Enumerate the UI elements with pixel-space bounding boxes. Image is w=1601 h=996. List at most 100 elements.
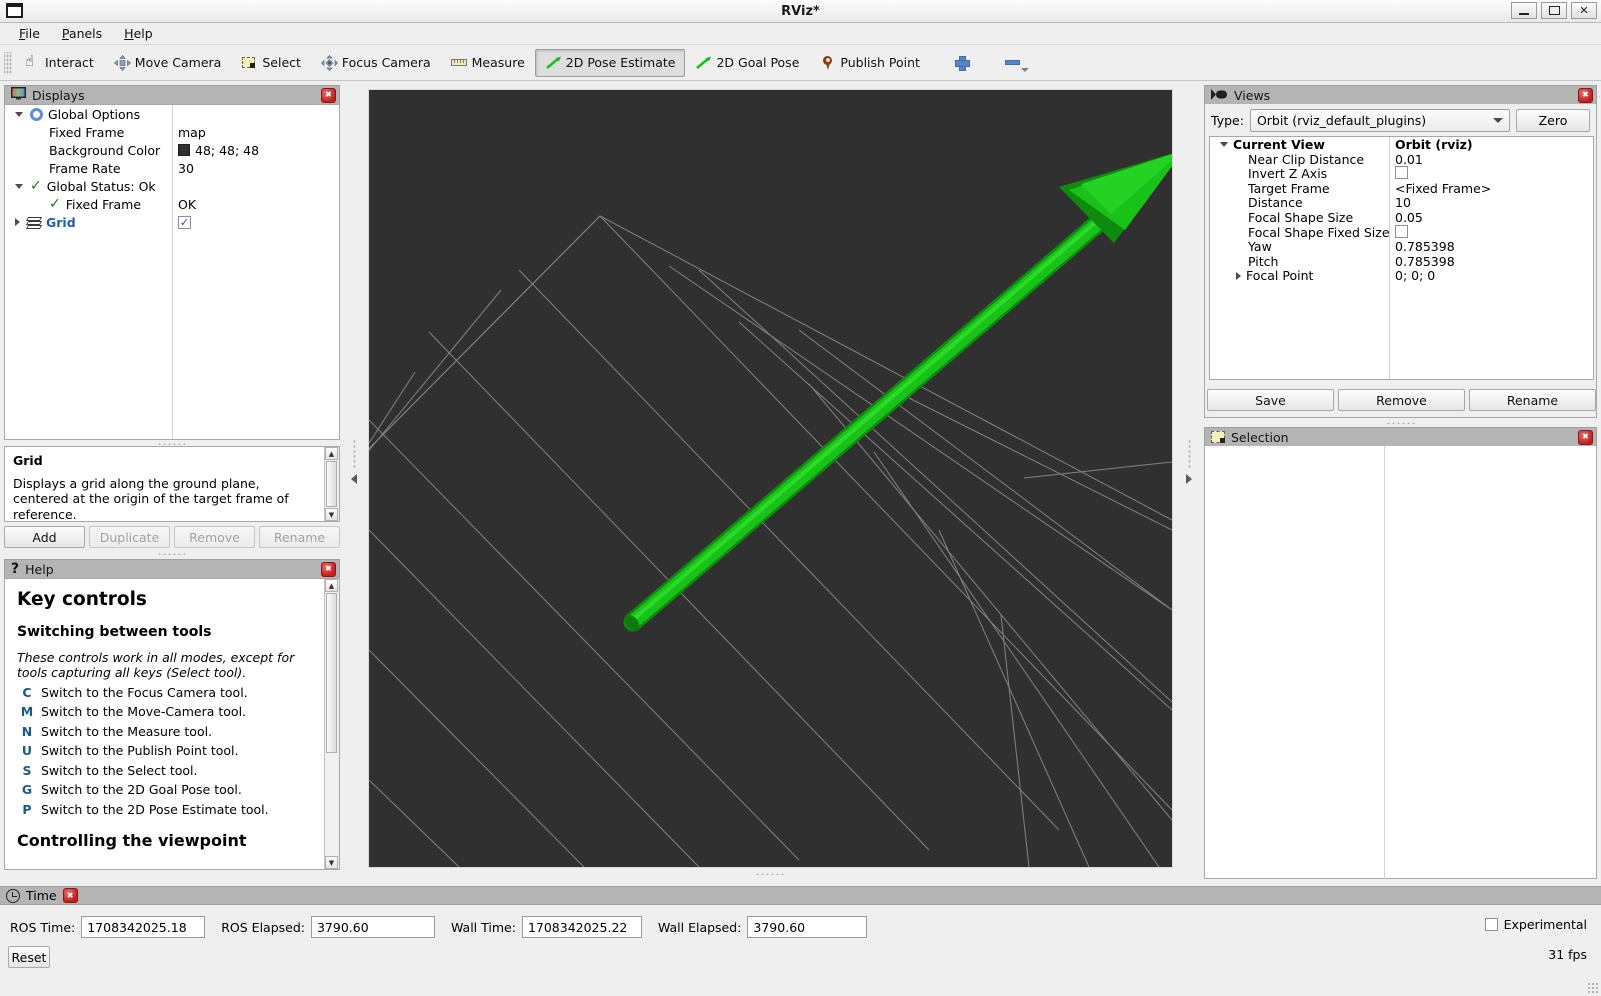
collapse-right-panel-handle[interactable] bbox=[1184, 89, 1194, 868]
table-row[interactable]: Grid bbox=[5, 213, 339, 231]
focal-shape-fixed-size-checkbox[interactable] bbox=[1395, 225, 1408, 238]
splitter-handle[interactable] bbox=[500, 870, 1040, 877]
minimize-button[interactable] bbox=[1511, 2, 1537, 19]
table-row[interactable]: Fixed Frame map bbox=[5, 123, 339, 141]
table-row[interactable]: Target Frame <Fixed Frame> bbox=[1210, 181, 1593, 196]
expander-icon[interactable] bbox=[15, 218, 20, 226]
scroll-up-icon[interactable]: ▲ bbox=[325, 579, 338, 592]
tool-2d-goal-pose[interactable]: 2D Goal Pose bbox=[685, 49, 809, 77]
description-scrollbar[interactable]: ▲ ▼ bbox=[324, 447, 339, 521]
expander-icon[interactable] bbox=[1236, 272, 1241, 280]
experimental-checkbox[interactable] bbox=[1485, 918, 1498, 931]
wall-elapsed-field[interactable]: 3790.60 bbox=[747, 916, 867, 938]
close-button[interactable]: ✕ bbox=[1571, 2, 1597, 19]
table-row[interactable]: Focal Shape Size 0.05 bbox=[1210, 210, 1593, 225]
table-row[interactable]: ✓ Global Status: Ok bbox=[5, 177, 339, 195]
menu-help[interactable]: Help bbox=[115, 24, 162, 43]
row-label: Current View bbox=[1233, 137, 1325, 152]
toolbar-grip[interactable] bbox=[4, 52, 12, 74]
row-value[interactable]: 48; 48; 48 bbox=[195, 143, 259, 158]
table-row[interactable]: Invert Z Axis bbox=[1210, 166, 1593, 181]
scroll-thumb[interactable] bbox=[326, 593, 337, 753]
3d-render-view[interactable] bbox=[368, 89, 1173, 868]
reset-button[interactable]: Reset bbox=[8, 946, 50, 968]
help-scrollbar[interactable]: ▲ ▼ bbox=[324, 579, 339, 869]
displays-panel-title: Displays bbox=[4, 85, 340, 104]
resize-grip[interactable] bbox=[1587, 982, 1599, 994]
scroll-up-icon[interactable]: ▲ bbox=[325, 447, 338, 460]
grid-scene bbox=[369, 90, 1172, 867]
row-value[interactable]: 30 bbox=[178, 161, 194, 176]
tool-measure[interactable]: Measure bbox=[441, 49, 535, 77]
display-actions: Add Duplicate Remove Rename bbox=[4, 526, 340, 548]
row-value[interactable]: 0.785398 bbox=[1395, 239, 1455, 254]
collapse-left-panel-handle[interactable] bbox=[349, 89, 359, 868]
row-value[interactable]: 0.05 bbox=[1395, 210, 1423, 225]
row-value[interactable]: 0; 0; 0 bbox=[1395, 268, 1435, 283]
chevron-down-icon[interactable] bbox=[1021, 68, 1029, 72]
tool-focus-camera[interactable]: Focus Camera bbox=[311, 49, 441, 77]
row-value[interactable]: <Fixed Frame> bbox=[1395, 181, 1491, 196]
table-row[interactable]: ✓ Fixed Frame OK bbox=[5, 195, 339, 213]
tool-publish-point[interactable]: Publish Point bbox=[809, 49, 930, 77]
scroll-down-icon[interactable]: ▼ bbox=[325, 508, 338, 521]
add-button[interactable]: Add bbox=[4, 526, 85, 548]
scroll-down-icon[interactable]: ▼ bbox=[325, 856, 338, 869]
displays-tree[interactable]: Global Options Fixed Frame map Backgroun… bbox=[4, 104, 340, 440]
grid-visibility-checkbox[interactable] bbox=[178, 216, 191, 229]
color-swatch[interactable] bbox=[178, 144, 190, 156]
row-value[interactable]: map bbox=[178, 125, 206, 140]
table-row[interactable]: Frame Rate 30 bbox=[5, 159, 339, 177]
table-row[interactable]: Focal Point 0; 0; 0 bbox=[1210, 268, 1593, 283]
table-row[interactable]: Yaw 0.785398 bbox=[1210, 239, 1593, 254]
tool-interact[interactable]: Interact bbox=[14, 49, 104, 77]
close-icon[interactable] bbox=[321, 88, 336, 103]
menu-file[interactable]: File bbox=[10, 24, 49, 43]
rename-button[interactable]: Rename bbox=[259, 526, 340, 548]
tool-select[interactable]: Select bbox=[231, 49, 311, 77]
table-row[interactable]: Near Clip Distance 0.01 bbox=[1210, 152, 1593, 167]
expander-icon[interactable] bbox=[15, 112, 23, 117]
rename-view-button[interactable]: Rename bbox=[1469, 389, 1596, 411]
wall-time-field[interactable]: 1708342025.22 bbox=[522, 916, 642, 938]
close-icon[interactable] bbox=[63, 888, 78, 903]
table-row[interactable]: Global Options bbox=[5, 105, 339, 123]
help-content[interactable]: Key controls Switching between tools The… bbox=[4, 578, 340, 870]
duplicate-button[interactable]: Duplicate bbox=[89, 526, 170, 548]
table-row[interactable]: Background Color 48; 48; 48 bbox=[5, 141, 339, 159]
close-icon[interactable] bbox=[321, 562, 336, 577]
ros-time-field[interactable]: 1708342025.18 bbox=[81, 916, 205, 938]
table-row[interactable]: Current View Orbit (rviz) bbox=[1210, 137, 1593, 152]
remove-view-button[interactable]: Remove bbox=[1338, 389, 1465, 411]
row-value[interactable]: 0.785398 bbox=[1395, 254, 1455, 269]
experimental-toggle[interactable]: Experimental bbox=[1485, 917, 1587, 932]
expander-icon[interactable] bbox=[1220, 142, 1228, 147]
maximize-button[interactable] bbox=[1541, 2, 1567, 19]
splitter-handle[interactable] bbox=[4, 550, 340, 557]
remove-tool-button[interactable] bbox=[985, 49, 1038, 77]
close-icon[interactable] bbox=[1578, 430, 1593, 445]
row-label: Focal Shape Size bbox=[1248, 210, 1353, 225]
menu-panels[interactable]: Panels bbox=[53, 24, 111, 43]
views-property-tree[interactable]: Current View Orbit (rviz) Near Clip Dist… bbox=[1209, 136, 1594, 380]
tool-move-camera[interactable]: Move Camera bbox=[104, 49, 232, 77]
close-icon[interactable] bbox=[1578, 88, 1593, 103]
add-tool-button[interactable] bbox=[930, 49, 985, 77]
table-row[interactable]: Distance 10 bbox=[1210, 195, 1593, 210]
selection-property-tree[interactable] bbox=[1204, 446, 1597, 879]
invert-z-axis-checkbox[interactable] bbox=[1395, 166, 1408, 179]
table-row[interactable]: Pitch 0.785398 bbox=[1210, 254, 1593, 269]
ros-elapsed-field[interactable]: 3790.60 bbox=[311, 916, 435, 938]
view-type-select[interactable]: Orbit (rviz_default_plugins) bbox=[1250, 109, 1510, 132]
splitter-handle[interactable] bbox=[1204, 419, 1597, 426]
tool-label: Move Camera bbox=[135, 55, 222, 70]
save-view-button[interactable]: Save bbox=[1207, 389, 1334, 411]
row-value[interactable]: 10 bbox=[1395, 195, 1411, 210]
expander-icon[interactable] bbox=[15, 184, 23, 189]
remove-button[interactable]: Remove bbox=[174, 526, 255, 548]
zero-button[interactable]: Zero bbox=[1516, 109, 1590, 132]
table-row[interactable]: Focal Shape Fixed Size bbox=[1210, 225, 1593, 240]
tool-2d-pose-estimate[interactable]: 2D Pose Estimate bbox=[535, 49, 686, 77]
row-value[interactable]: 0.01 bbox=[1395, 152, 1423, 167]
scroll-thumb[interactable] bbox=[326, 461, 337, 507]
